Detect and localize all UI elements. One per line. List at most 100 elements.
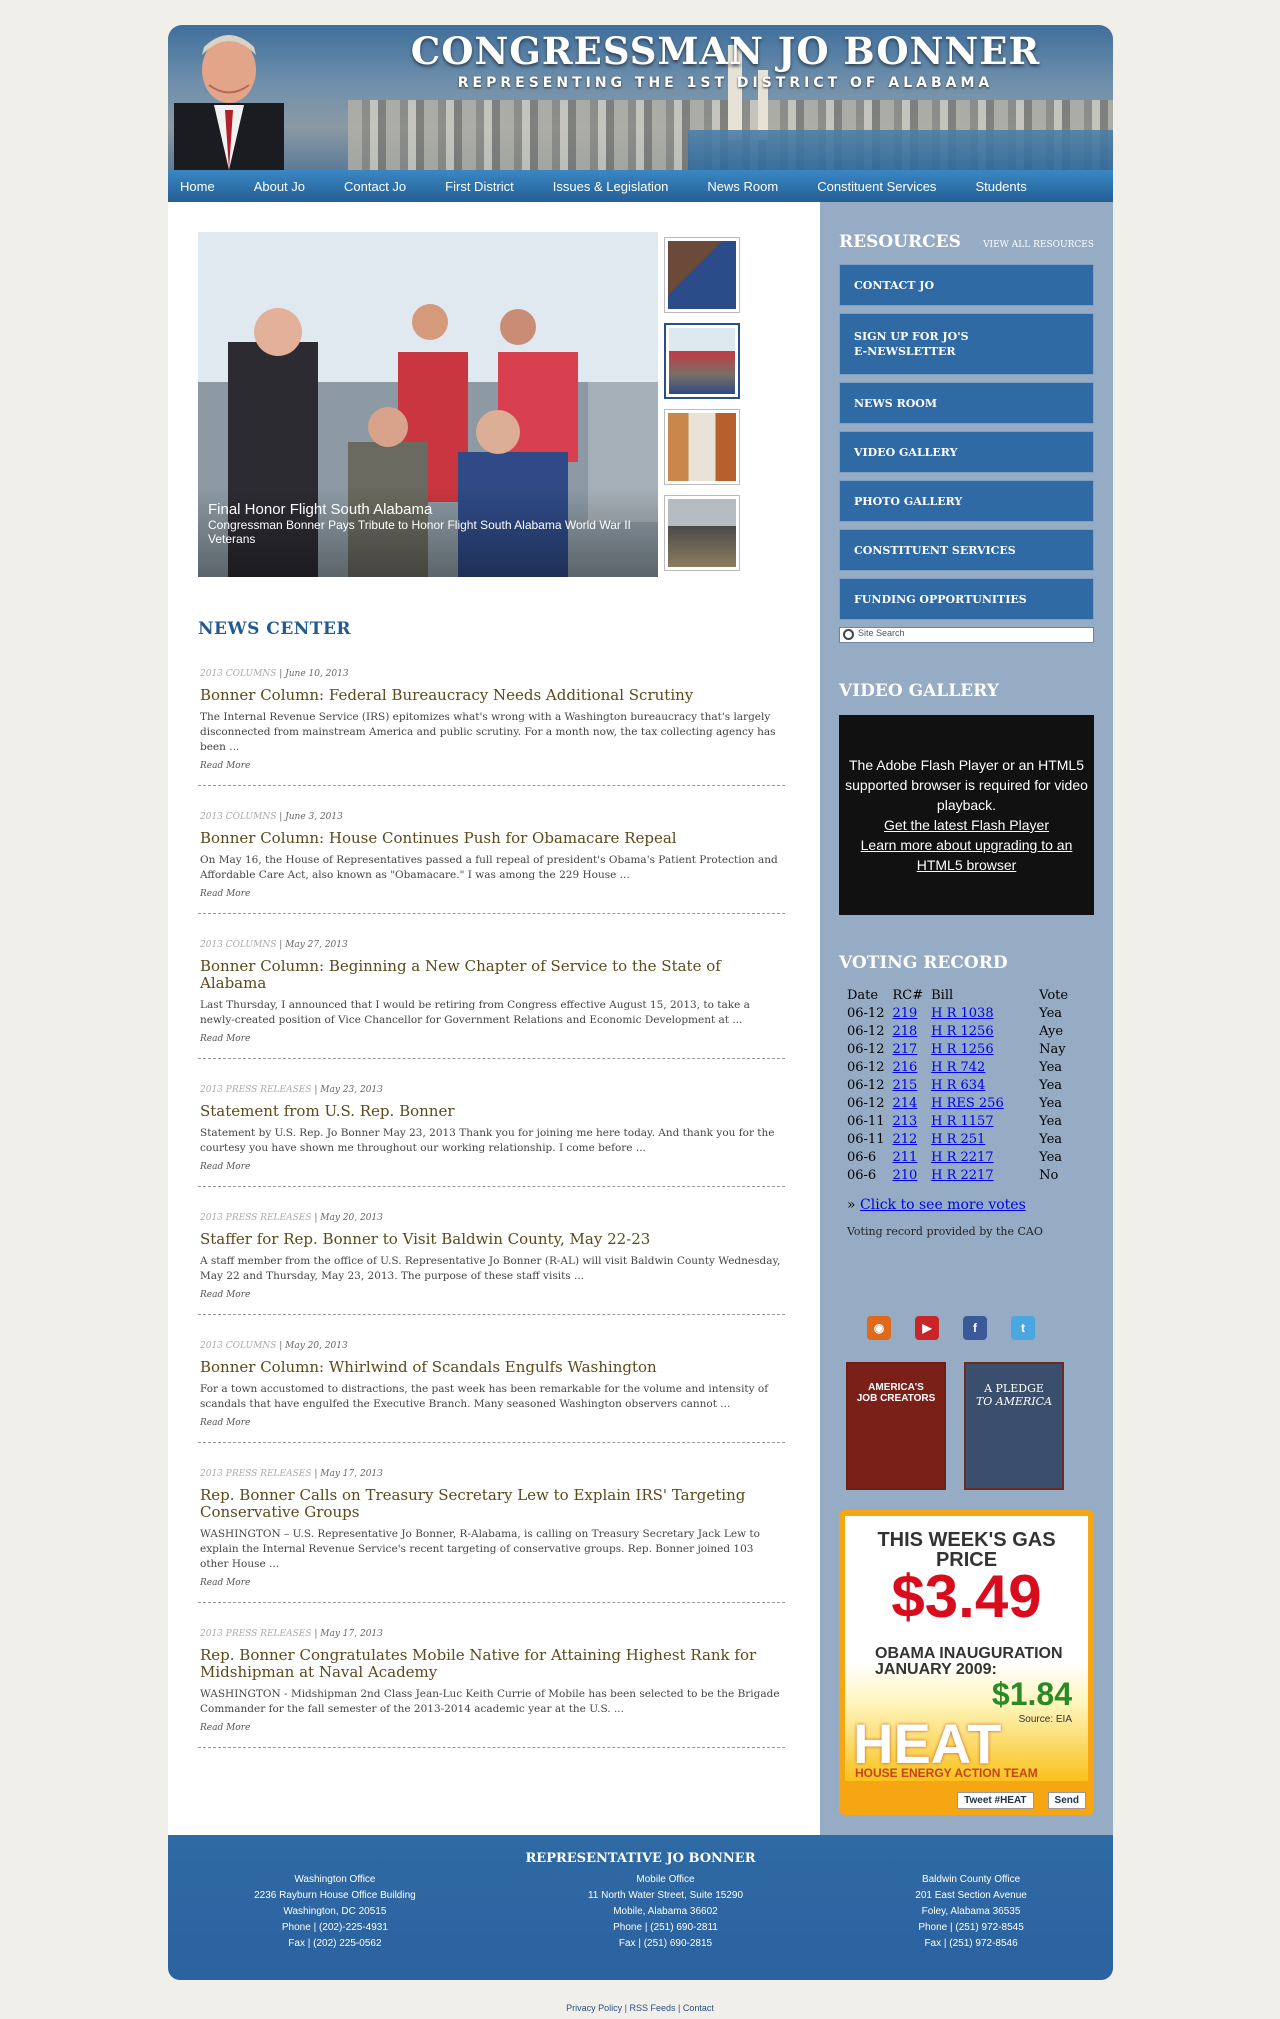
- read-more-link[interactable]: Read More: [200, 1162, 785, 1172]
- video-player[interactable]: The Adobe Flash Player or an HTML5 suppo…: [839, 715, 1094, 915]
- vote-bill-link[interactable]: H R 634: [931, 1078, 985, 1093]
- slider-thumbnail-selected[interactable]: [664, 323, 740, 399]
- nav-constituent-services[interactable]: Constituent Services: [817, 179, 936, 194]
- resource-news-room-button[interactable]: NEWS ROOM: [839, 382, 1094, 424]
- news-meta: 2013 PRESS RELEASES | May 23, 2013: [200, 1085, 383, 1095]
- gas-price-widget[interactable]: THIS WEEK'S GAS PRICE $3.49 OBAMA INAUGU…: [839, 1510, 1094, 1815]
- gas-widget-buttons: Tweet #HEAT Send: [957, 1792, 1086, 1809]
- news-date: May 20, 2013: [320, 1213, 383, 1223]
- news-date: May 23, 2013: [320, 1085, 383, 1095]
- news-category[interactable]: 2013 PRESS RELEASES: [200, 1629, 312, 1639]
- vote-rollcall-link[interactable]: 213: [892, 1114, 917, 1129]
- youtube-icon[interactable]: ▶: [915, 1316, 939, 1340]
- office-phone: Phone | (251) 690-2811: [613, 1922, 718, 1933]
- nav-first-district[interactable]: First District: [445, 179, 514, 194]
- twitter-icon[interactable]: t: [1011, 1316, 1035, 1340]
- nav-about-jo[interactable]: About Jo: [254, 179, 305, 194]
- tweet-heat-button[interactable]: Tweet #HEAT: [957, 1792, 1034, 1809]
- site-subtitle: REPRESENTING THE 1ST DISTRICT OF ALABAMA: [457, 75, 994, 91]
- news-category[interactable]: 2013 PRESS RELEASES: [200, 1469, 312, 1479]
- news-title[interactable]: Staffer for Rep. Bonner to Visit Baldwin…: [200, 1231, 785, 1248]
- nav-issues-legislation[interactable]: Issues & Legislation: [553, 179, 669, 194]
- vote-bill-link[interactable]: H R 251: [931, 1132, 985, 1147]
- read-more-link[interactable]: Read More: [200, 1418, 785, 1428]
- resource-video-gallery-button[interactable]: VIDEO GALLERY: [839, 431, 1094, 473]
- more-votes-link[interactable]: Click to see more votes: [860, 1197, 1026, 1213]
- flash-player-link[interactable]: Get the latest Flash Player: [843, 815, 1090, 835]
- vote-rollcall-link[interactable]: 211: [892, 1150, 917, 1165]
- rss-icon[interactable]: ◉: [867, 1316, 891, 1340]
- office-address: 11 North Water Street, Suite 15290: [587, 1890, 744, 1901]
- vote-value: Yea: [1039, 1096, 1063, 1111]
- news-title[interactable]: Bonner Column: Whirlwind of Scandals Eng…: [200, 1359, 785, 1376]
- view-all-resources-link[interactable]: VIEW ALL RESOURCES: [983, 240, 1094, 250]
- contact-link[interactable]: Contact: [683, 2003, 714, 2013]
- americas-job-creators-book[interactable]: AMERICA'S JOB CREATORS: [846, 1362, 946, 1490]
- news-category[interactable]: 2013 PRESS RELEASES: [200, 1085, 312, 1095]
- nav-contact-jo[interactable]: Contact Jo: [344, 179, 406, 194]
- vote-bill-link[interactable]: H R 1157: [931, 1114, 993, 1129]
- slider-caption-text: Congressman Bonner Pays Tribute to Honor…: [208, 518, 631, 546]
- slider-thumbnail[interactable]: [664, 495, 740, 571]
- vote-rollcall-link[interactable]: 217: [892, 1042, 917, 1057]
- news-excerpt: WASHINGTON - Midshipman 2nd Class Jean-L…: [200, 1688, 780, 1715]
- news-category[interactable]: 2013 COLUMNS: [200, 940, 276, 950]
- vote-rollcall-link[interactable]: 214: [892, 1096, 917, 1111]
- resource-enewsletter-button[interactable]: SIGN UP FOR JO'S E-NEWSLETTER: [839, 313, 1094, 375]
- vote-value: No: [1039, 1168, 1059, 1183]
- vote-date: 06-11: [847, 1114, 885, 1129]
- read-more-link[interactable]: Read More: [200, 1290, 785, 1300]
- slider-hero-image[interactable]: Final Honor Flight South Alabama Congres…: [198, 232, 658, 577]
- vote-bill-link[interactable]: H R 2217: [931, 1150, 993, 1165]
- news-title[interactable]: Bonner Column: Federal Bureaucracy Needs…: [200, 687, 785, 704]
- vote-rollcall-link[interactable]: 210: [892, 1168, 917, 1183]
- slider-thumbnail[interactable]: [664, 237, 740, 313]
- facebook-send-button[interactable]: Send: [1047, 1792, 1086, 1809]
- news-category[interactable]: 2013 COLUMNS: [200, 669, 276, 679]
- news-category[interactable]: 2013 COLUMNS: [200, 812, 276, 822]
- vote-rollcall-link[interactable]: 218: [892, 1024, 917, 1039]
- news-category[interactable]: 2013 PRESS RELEASES: [200, 1213, 312, 1223]
- vote-date: 06-12: [847, 1024, 885, 1039]
- vote-bill-link[interactable]: H R 1038: [931, 1006, 993, 1021]
- vote-rollcall-link[interactable]: 215: [892, 1078, 917, 1093]
- vote-rollcall-link[interactable]: 216: [892, 1060, 917, 1075]
- nav-students[interactable]: Students: [975, 179, 1026, 194]
- slider-caption-title: Final Honor Flight South Alabama: [208, 501, 433, 518]
- vote-rollcall-link[interactable]: 219: [892, 1006, 917, 1021]
- slider-thumbnail[interactable]: [664, 409, 740, 485]
- news-title[interactable]: Bonner Column: Beginning a New Chapter o…: [200, 958, 785, 992]
- pledge-to-america-book[interactable]: A PLEDGE TO AMERICA: [964, 1362, 1064, 1490]
- news-title[interactable]: Rep. Bonner Calls on Treasury Secretary …: [200, 1487, 785, 1521]
- news-title[interactable]: Statement from U.S. Rep. Bonner: [200, 1103, 785, 1120]
- resource-contact-jo-button[interactable]: CONTACT JO: [839, 264, 1094, 306]
- vote-bill-link[interactable]: H R 2217: [931, 1168, 993, 1183]
- vote-bill-link[interactable]: H R 1256: [931, 1024, 993, 1039]
- read-more-link[interactable]: Read More: [200, 1578, 785, 1588]
- rss-feeds-link[interactable]: RSS Feeds: [629, 2003, 675, 2013]
- news-category[interactable]: 2013 COLUMNS: [200, 1341, 276, 1351]
- resource-photo-gallery-button[interactable]: PHOTO GALLERY: [839, 480, 1094, 522]
- resource-funding-opportunities-button[interactable]: FUNDING OPPORTUNITIES: [839, 578, 1094, 620]
- site-search-input[interactable]: Site Search: [839, 627, 1094, 643]
- office-phone: Phone | (202)-225-4931: [281, 1922, 388, 1933]
- read-more-link[interactable]: Read More: [200, 761, 785, 771]
- read-more-link[interactable]: Read More: [200, 1034, 785, 1044]
- vote-bill-link[interactable]: H R 742: [931, 1060, 985, 1075]
- nav-news-room[interactable]: News Room: [707, 179, 778, 194]
- vote-bill-link[interactable]: H R 1256: [931, 1042, 993, 1057]
- vote-rollcall-link[interactable]: 212: [892, 1132, 917, 1147]
- html5-browser-link[interactable]: Learn more about upgrading to an HTML5 b…: [843, 835, 1090, 875]
- read-more-link[interactable]: Read More: [200, 889, 785, 899]
- news-title[interactable]: Bonner Column: House Continues Push for …: [200, 830, 785, 847]
- more-votes-prefix: »: [847, 1197, 856, 1213]
- facebook-icon[interactable]: f: [963, 1316, 987, 1340]
- news-title[interactable]: Rep. Bonner Congratulates Mobile Native …: [200, 1647, 785, 1681]
- read-more-link[interactable]: Read More: [200, 1723, 785, 1733]
- resource-constituent-services-button[interactable]: CONSTITUENT SERVICES: [839, 529, 1094, 571]
- vote-bill-link[interactable]: H RES 256: [931, 1096, 1004, 1111]
- nav-home[interactable]: Home: [180, 179, 215, 194]
- news-date: May 17, 2013: [320, 1469, 383, 1479]
- privacy-policy-link[interactable]: Privacy Policy: [566, 2003, 622, 2013]
- vote-row: 06-12 219 H R 1038 Yea: [847, 1005, 1076, 1023]
